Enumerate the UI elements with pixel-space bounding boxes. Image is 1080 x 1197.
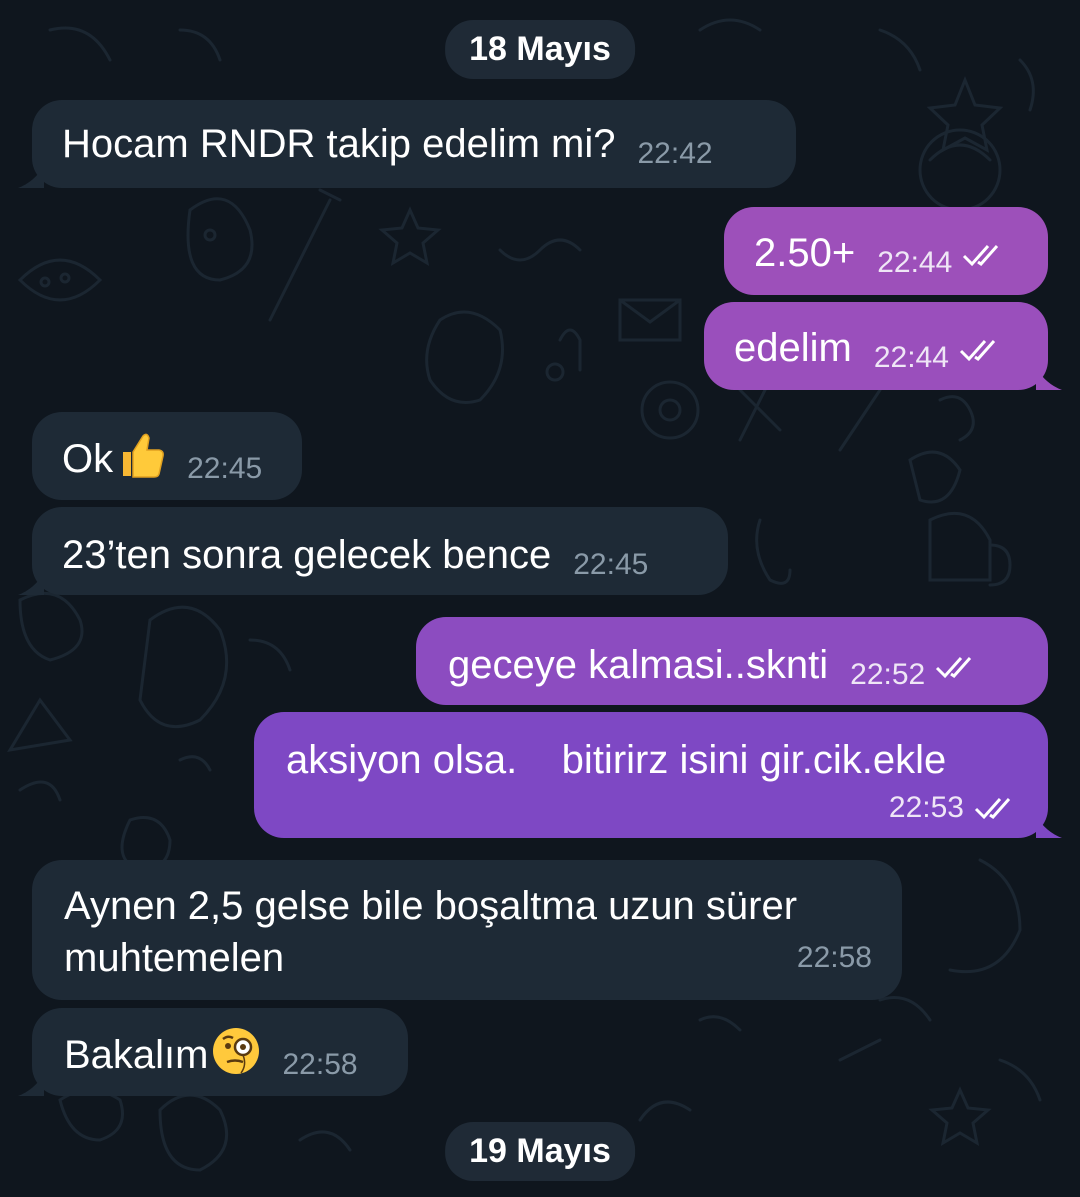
message-time: 22:44	[877, 246, 953, 279]
message-bubble-incoming[interactable]: 23’ten sonra gelecek bence 22:45	[18, 507, 728, 595]
message-time: 22:45	[573, 548, 649, 581]
message-text-line: Aynen 2,5 gelse bile boşaltma uzun sürer	[64, 884, 798, 928]
chat-history[interactable]: 18 Mayıs Hocam RNDR takip edelim mi? 22:4…	[0, 0, 1080, 1197]
message-time: 22:58	[282, 1048, 358, 1081]
message-text: geceye kalmasi..sknti	[448, 643, 829, 687]
message-text: aksiyon olsa. bitirirz isini gir.cik.ekl…	[286, 738, 947, 782]
message-text: 23’ten sonra gelecek bence	[62, 533, 552, 577]
bubble-tail	[18, 573, 44, 595]
message-text: Hocam RNDR takip edelim mi?	[62, 122, 616, 166]
bubble-tail	[18, 166, 44, 188]
message-bubble-incoming[interactable]: Aynen 2,5 gelse bile boşaltma uzun sürer…	[32, 860, 902, 1000]
message-time: 22:44	[873, 341, 949, 374]
message-text: Ok	[62, 437, 114, 481]
message-text-line: muhtemelen	[64, 936, 285, 980]
bubble-tail	[1036, 368, 1062, 390]
bubble-tail	[1036, 816, 1062, 838]
message-bubble-outgoing[interactable]: geceye kalmasi..sknti 22:52	[416, 617, 1048, 705]
bubble-tail	[18, 1074, 44, 1096]
message-bubble-outgoing[interactable]: edelim 22:44	[704, 302, 1062, 390]
double-check-read-icon	[935, 654, 981, 680]
message-bubble-incoming[interactable]: Ok 22:45	[32, 412, 302, 500]
message-bubble-outgoing[interactable]: 2.50+ 22:44	[724, 207, 1048, 295]
message-time: 22:58	[796, 941, 872, 974]
message-bubble-outgoing[interactable]: aksiyon olsa. bitirirz isini gir.cik.ekl…	[254, 712, 1062, 838]
message-time: 22:45	[187, 452, 263, 485]
message-text: edelim	[734, 326, 852, 370]
double-check-read-icon	[962, 242, 1008, 268]
message-text: 2.50+	[754, 231, 856, 275]
date-separator: 19 Mayıs	[445, 1122, 635, 1181]
message-bubble-incoming[interactable]: Bakalım 22:58	[18, 1008, 408, 1096]
message-time: 22:42	[637, 137, 713, 170]
message-bubble-incoming[interactable]: Hocam RNDR takip edelim mi? 22:42	[18, 100, 796, 188]
message-text: Bakalım	[64, 1033, 209, 1077]
double-check-read-icon	[959, 337, 1005, 363]
date-separator: 18 Mayıs	[445, 20, 635, 79]
thumbs-up-icon	[115, 430, 165, 480]
double-check-read-icon	[974, 795, 1020, 821]
face-with-monocle-icon	[211, 1026, 261, 1076]
message-time: 22:53	[888, 791, 964, 824]
message-time: 22:52	[850, 658, 926, 691]
